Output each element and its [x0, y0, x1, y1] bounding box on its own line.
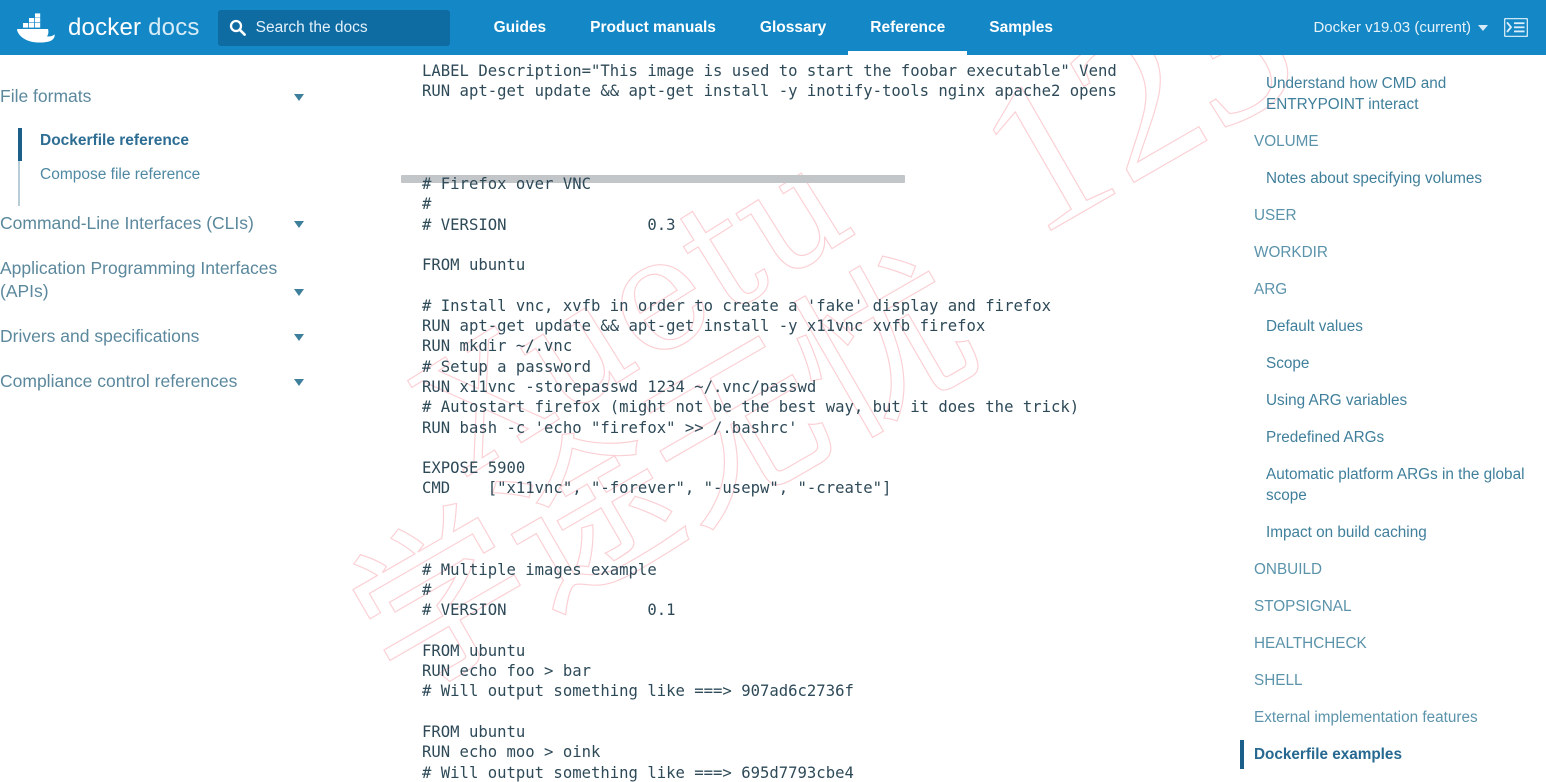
version-label: Docker v19.03 (current)	[1313, 19, 1471, 36]
nav-item-reference[interactable]: Reference	[848, 0, 968, 55]
chevron-down-icon	[294, 221, 304, 228]
sidebar-section-apis[interactable]: Application Programming Interfaces (APIs…	[0, 257, 330, 303]
toc-item-using-arg-variables[interactable]: Using ARG variables	[1240, 382, 1546, 419]
nav-item-guides[interactable]: Guides	[472, 0, 569, 55]
nav-item-samples[interactable]: Samples	[967, 0, 1075, 55]
sidebar-section-label: Application Programming Interfaces (APIs…	[0, 258, 278, 301]
toc-item-understand-cmd-entrypoint[interactable]: Understand how CMD and ENTRYPOINT intera…	[1240, 65, 1546, 123]
chevron-down-icon	[294, 379, 304, 386]
left-sidebar-navigation: File formats Dockerfile reference Compos…	[0, 55, 330, 782]
brand-name: docker	[68, 13, 142, 41]
main-content-area: LABEL Description="This image is used to…	[330, 55, 1240, 782]
brand-suffix: docs	[148, 13, 200, 41]
toc-item-automatic-platform-args[interactable]: Automatic platform ARGs in the global sc…	[1240, 456, 1546, 514]
sidebar-section-label: Command-Line Interfaces (CLIs)	[0, 213, 254, 233]
sidebar-item-dockerfile-reference[interactable]: Dockerfile reference	[40, 124, 330, 158]
sidebar-section-drivers-and-specifications[interactable]: Drivers and specifications	[0, 325, 330, 348]
sidebar-section-label: Drivers and specifications	[0, 326, 200, 346]
chevron-down-icon	[294, 334, 304, 341]
toc-item-stopsignal[interactable]: STOPSIGNAL	[1240, 588, 1546, 625]
toc-item-dockerfile-examples[interactable]: Dockerfile examples	[1240, 736, 1546, 773]
header-right-controls: Docker v19.03 (current)	[1313, 0, 1529, 55]
main-navigation: Guides Product manuals Glossary Referenc…	[472, 0, 1075, 55]
version-selector[interactable]: Docker v19.03 (current)	[1313, 19, 1488, 36]
search-icon	[229, 19, 246, 36]
sidebar-section-label: Compliance control references	[0, 371, 238, 391]
toc-item-shell[interactable]: SHELL	[1240, 662, 1546, 699]
nav-item-glossary[interactable]: Glossary	[738, 0, 848, 55]
table-of-contents: Understand how CMD and ENTRYPOINT intera…	[1240, 55, 1546, 782]
sidebar-active-accent-bar	[18, 128, 22, 161]
toc-item-default-values[interactable]: Default values	[1240, 308, 1546, 345]
toc-item-onbuild[interactable]: ONBUILD	[1240, 551, 1546, 588]
code-block-top: LABEL Description="This image is used to…	[330, 55, 1240, 102]
toc-item-volume[interactable]: VOLUME	[1240, 123, 1546, 160]
chevron-down-icon	[294, 289, 304, 296]
code-text-top: LABEL Description="This image is used to…	[422, 62, 1117, 101]
chevron-down-icon	[294, 94, 304, 101]
nav-item-product-manuals[interactable]: Product manuals	[568, 0, 738, 55]
brand-title: docker docs	[68, 14, 200, 42]
sidebar-section-label: File formats	[0, 86, 92, 106]
search-input[interactable]: Search the docs	[217, 9, 450, 46]
sidebar-section-file-formats[interactable]: File formats	[0, 85, 330, 108]
toc-item-impact-on-build-caching[interactable]: Impact on build caching	[1240, 514, 1546, 551]
toc-item-workdir[interactable]: WORKDIR	[1240, 234, 1546, 271]
toc-item-arg[interactable]: ARG	[1240, 271, 1546, 308]
code-block-body: # Firefox over VNC # # VERSION 0.3 FROM …	[330, 174, 1240, 782]
toc-item-user[interactable]: USER	[1240, 197, 1546, 234]
toc-item-external-implementation-features[interactable]: External implementation features	[1240, 699, 1546, 736]
sidebar-item-compose-file-reference[interactable]: Compose file reference	[40, 158, 330, 192]
sidebar-subitem-group: Dockerfile reference Compose file refere…	[18, 124, 330, 206]
top-header: docker docs Search the docs Guides Produ…	[0, 0, 1546, 55]
toc-item-predefined-args[interactable]: Predefined ARGs	[1240, 419, 1546, 456]
brand-logo-link[interactable]: docker docs	[14, 0, 200, 55]
toc-item-scope[interactable]: Scope	[1240, 345, 1546, 382]
toc-item-healthcheck[interactable]: HEALTHCHECK	[1240, 625, 1546, 662]
sidebar-section-compliance-control-references[interactable]: Compliance control references	[0, 370, 330, 393]
search-placeholder: Search the docs	[255, 18, 368, 36]
toc-item-notes-about-specifying-volumes[interactable]: Notes about specifying volumes	[1240, 160, 1546, 197]
terminal-console-icon[interactable]	[1503, 17, 1529, 38]
chevron-down-icon	[1478, 24, 1488, 31]
code-text-body: # Firefox over VNC # # VERSION 0.3 FROM …	[422, 175, 1080, 782]
sidebar-section-clis[interactable]: Command-Line Interfaces (CLIs)	[0, 212, 330, 235]
docker-whale-logo	[14, 12, 60, 43]
